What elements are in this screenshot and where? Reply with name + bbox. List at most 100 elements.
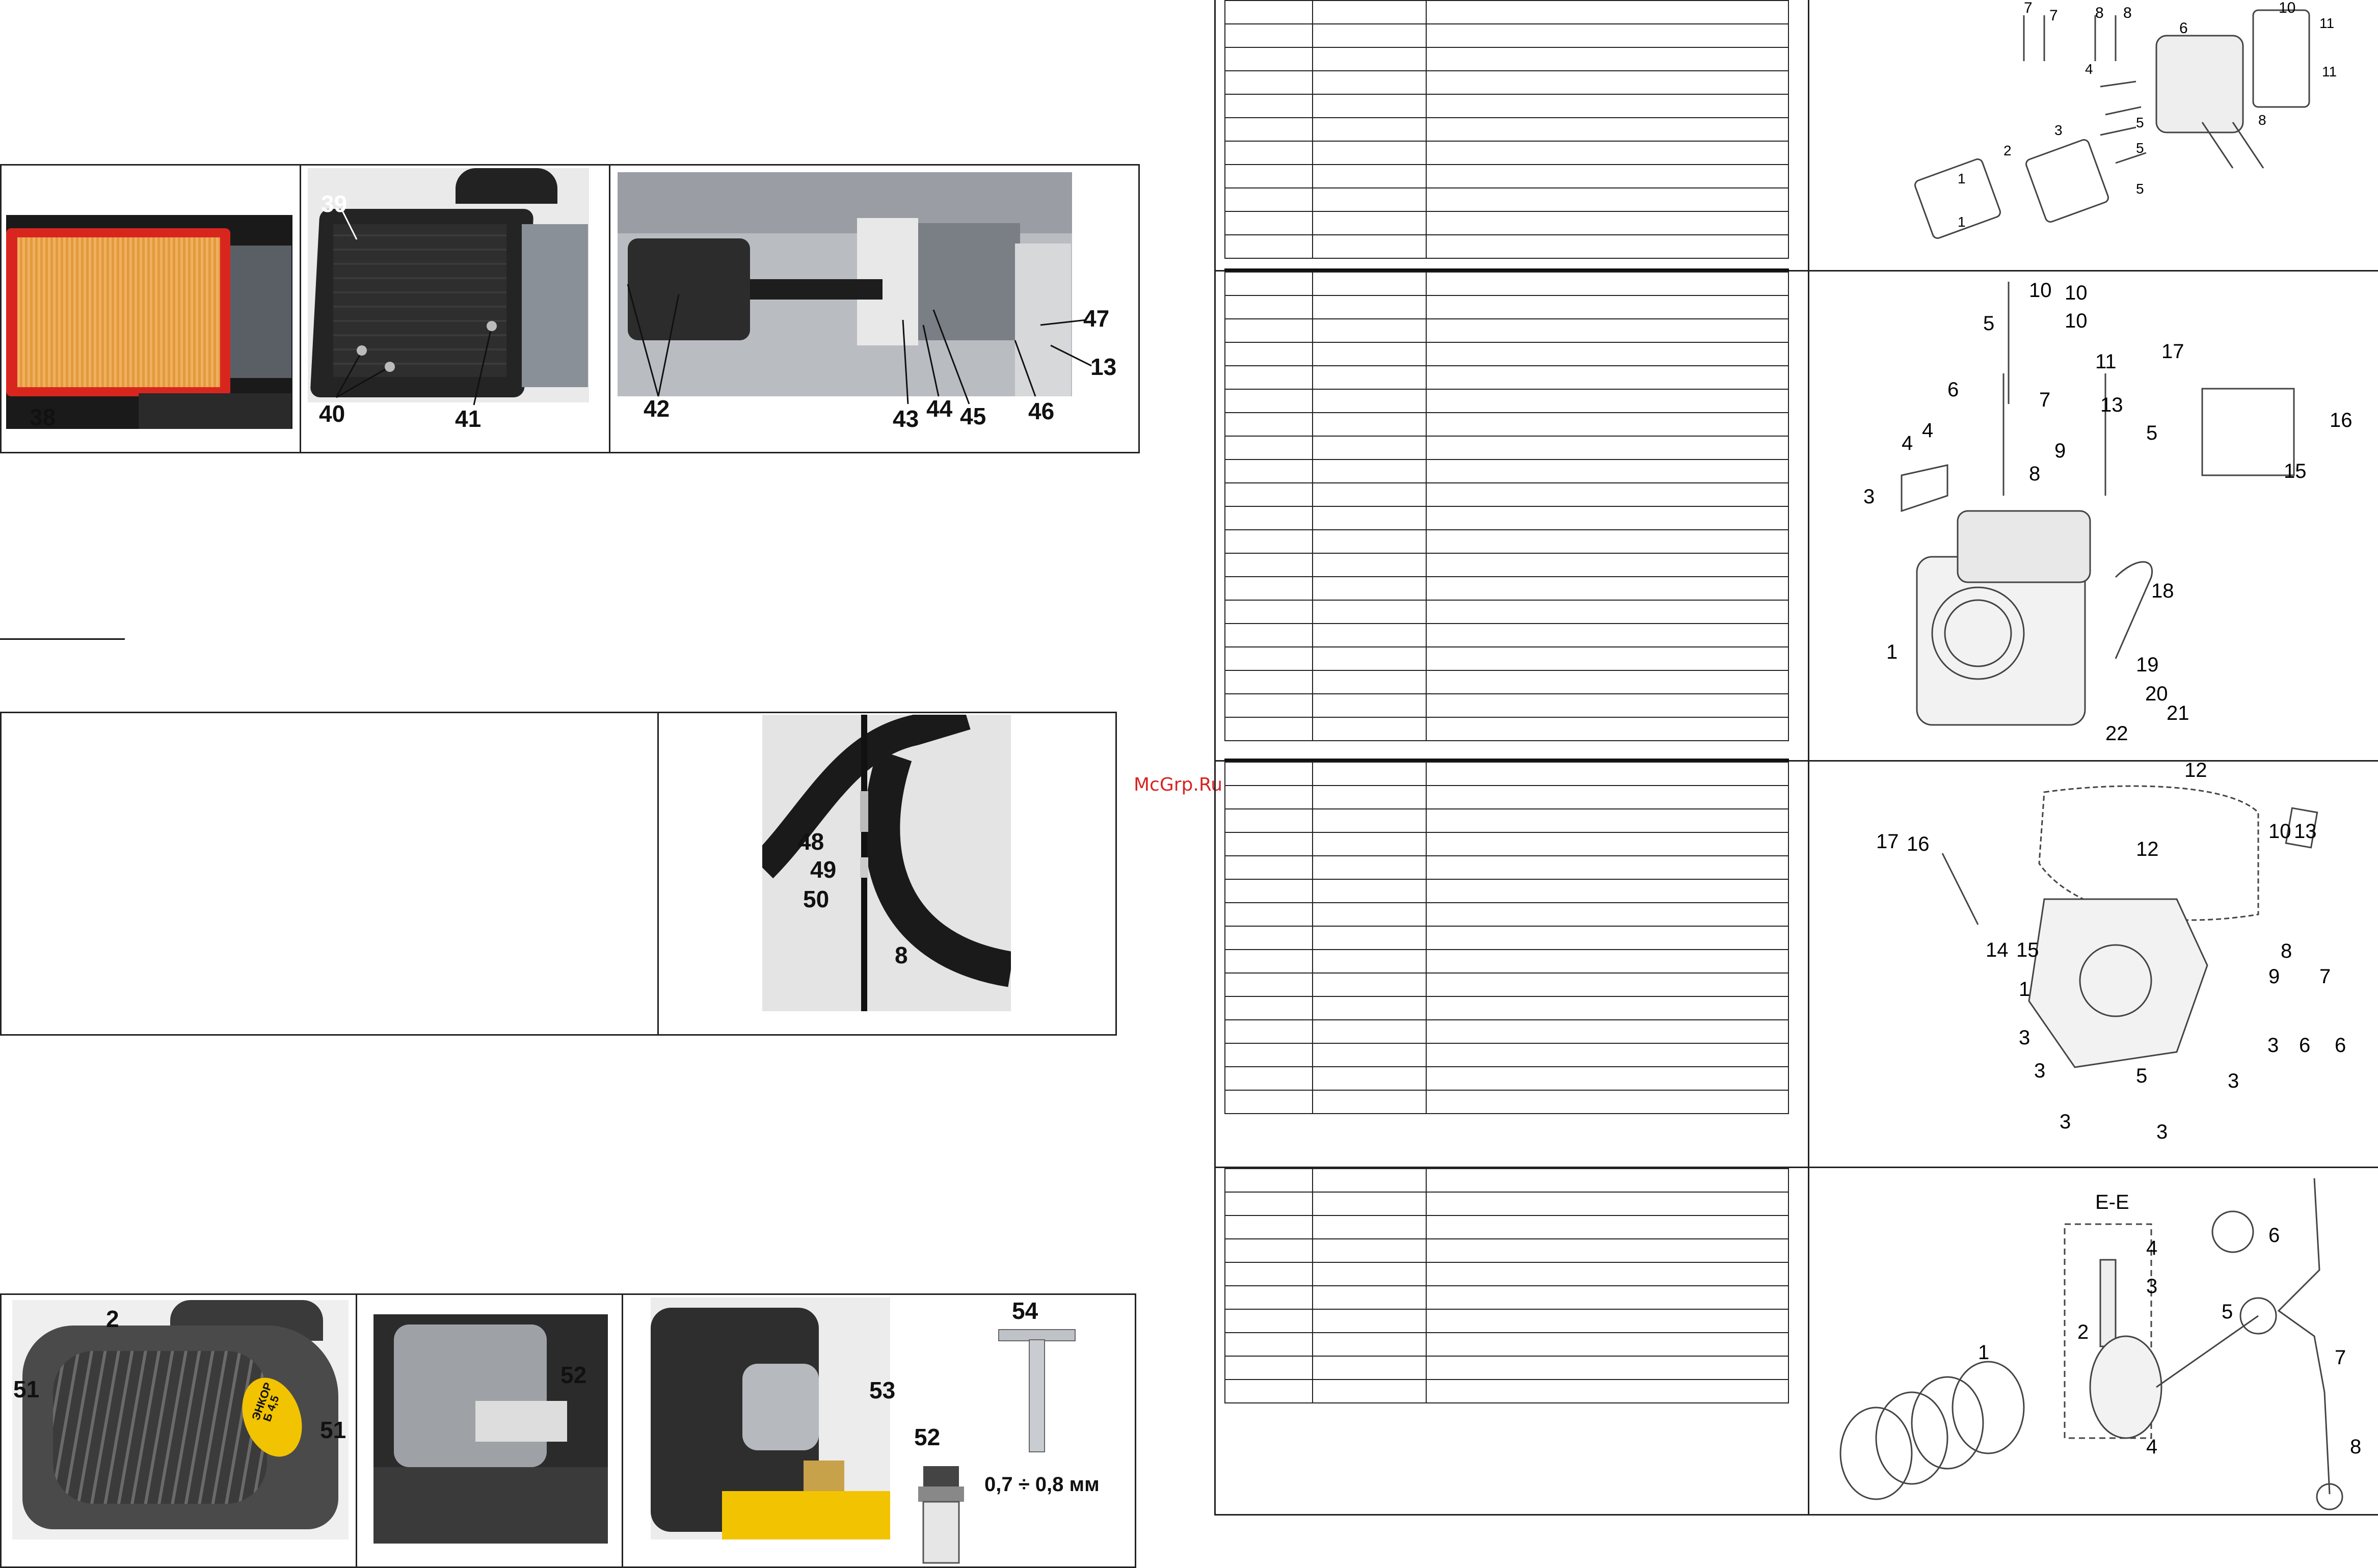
fuel-line-drawing (762, 715, 1011, 1011)
right-page-left-border (1214, 0, 1216, 1516)
right-page-divider (1808, 0, 1809, 1516)
callout-50: 50 (803, 886, 830, 912)
dl: 9 (2054, 440, 2066, 462)
dl: 3 (2019, 1026, 2030, 1049)
air-filter-photo (6, 215, 292, 429)
diagram-cylinder-head: 7 7 8 8 6 10 11 11 4 5 5 5 3 1 2 1 8 (1914, 0, 2337, 239)
parts-table-crankshaft (1224, 1168, 1789, 1403)
dl: 1 (1978, 1341, 1989, 1364)
parts-table-crankcase (1224, 762, 1789, 1114)
spark-gap-label: 0,7 ÷ 0,8 мм (984, 1473, 1100, 1496)
watermark: McGrp.Ru (1134, 774, 1223, 795)
figure-divider (622, 1293, 623, 1568)
diagram-cylinder-block: 10 10 10 5 11 17 13 6 7 4 4 9 5 16 15 8 … (1863, 279, 2353, 745)
dl: 3 (2267, 1034, 2279, 1057)
table-body (1224, 762, 1789, 1114)
dl: 16 (1907, 833, 1930, 855)
dl: 6 (2335, 1034, 2346, 1057)
dl: Е-Е (2095, 1191, 2129, 1213)
dl: 8 (2095, 5, 2104, 21)
dl: 13 (2100, 394, 2123, 416)
dl: 7 (2335, 1346, 2346, 1369)
dl: 4 (2146, 1436, 2157, 1458)
dl: 3 (2054, 122, 2063, 138)
dl: 5 (2136, 1065, 2147, 1087)
callout-8: 8 (895, 942, 908, 968)
callout-48: 48 (798, 828, 824, 855)
spark-plug-wrench (998, 1329, 1076, 1452)
dl: 8 (2281, 940, 2292, 962)
dl: 1 (2019, 978, 2030, 1001)
dl: 22 (2105, 722, 2128, 745)
table-body (1224, 272, 1789, 741)
callout-38: 38 (30, 404, 56, 430)
dl: 2 (2077, 1321, 2089, 1343)
dl: 8 (2029, 463, 2040, 485)
dl: 15 (2016, 939, 2039, 961)
spark-plug-cap-photo (373, 1314, 608, 1544)
callout-52-plug: 52 (914, 1424, 941, 1450)
dl: 19 (2136, 654, 2159, 676)
dl: 4 (1902, 432, 1913, 454)
dl: 3 (2156, 1121, 2168, 1143)
dl: 7 (2039, 389, 2050, 411)
dl: 5 (2136, 181, 2144, 197)
dl: 5 (1983, 312, 1994, 335)
dl: 11 (2095, 350, 2117, 373)
dl: 3 (2146, 1275, 2157, 1297)
dl: 21 (2167, 702, 2189, 724)
dl: 6 (2268, 1224, 2280, 1247)
diagram-crankcase: 12 10 13 17 16 12 14 15 8 1 9 7 3 3 6 6 … (1876, 762, 2346, 1143)
diagram-crankshaft: Е-Е 4 3 6 2 5 1 7 4 8 (1839, 1178, 2361, 1510)
dl: 3 (2034, 1060, 2045, 1082)
dl: 5 (2136, 140, 2144, 156)
callout-49: 49 (810, 856, 837, 883)
dl: 3 (2060, 1111, 2071, 1133)
dl: 10 (2065, 282, 2088, 304)
table-body (1224, 1168, 1789, 1403)
callout-2: 2 (106, 1306, 119, 1332)
dl: 7 (2049, 7, 2058, 24)
dl: 12 (2184, 762, 2207, 781)
dl: 8 (2258, 112, 2266, 128)
dl: 5 (2136, 115, 2144, 130)
dl: 7 (2319, 965, 2331, 988)
dl: 10 (2279, 0, 2295, 16)
dl: 14 (1986, 939, 2009, 961)
dl: 1 (1886, 641, 1898, 663)
callout-51-left: 51 (13, 1376, 40, 1402)
figure-divider (657, 712, 659, 1036)
spark-plug-removal-photo (651, 1297, 890, 1539)
section-underline (0, 638, 125, 640)
dl: 8 (2123, 5, 2132, 21)
dl: 17 (2161, 340, 2184, 363)
dl: 5 (2146, 422, 2157, 444)
figure-divider (609, 164, 610, 453)
callout-51-right: 51 (320, 1417, 346, 1443)
dl: 18 (2151, 580, 2174, 602)
table-body (1224, 0, 1789, 259)
dl: 6 (2299, 1034, 2310, 1057)
callout-leaders-mid (335, 208, 497, 405)
dl: 17 (1876, 830, 1899, 853)
dl: 4 (2146, 1237, 2157, 1259)
dl: 11 (2322, 64, 2337, 79)
parts-table-cylinder-head (1224, 0, 1789, 259)
spark-plug-icon (918, 1466, 964, 1564)
callout-leaders-right (627, 284, 1092, 404)
parts-table-cylinder-block (1224, 272, 1789, 741)
engine-cover-photo (12, 1300, 349, 1539)
dl: 1 (1958, 171, 1966, 186)
figure-divider (356, 1293, 357, 1568)
dl: 20 (2145, 683, 2168, 705)
dl: 3 (1863, 485, 1875, 508)
right-page-bottom-border (1214, 1514, 2378, 1516)
dl: 16 (2330, 409, 2353, 431)
dl: 9 (2268, 965, 2280, 988)
dl: 12 (2136, 838, 2159, 860)
fuel-line-photo (762, 715, 1011, 1011)
callout-54: 54 (1012, 1297, 1038, 1324)
dl: 10 (2029, 279, 2052, 302)
dl: 4 (1922, 419, 1933, 442)
dl: 11 (2319, 15, 2334, 31)
